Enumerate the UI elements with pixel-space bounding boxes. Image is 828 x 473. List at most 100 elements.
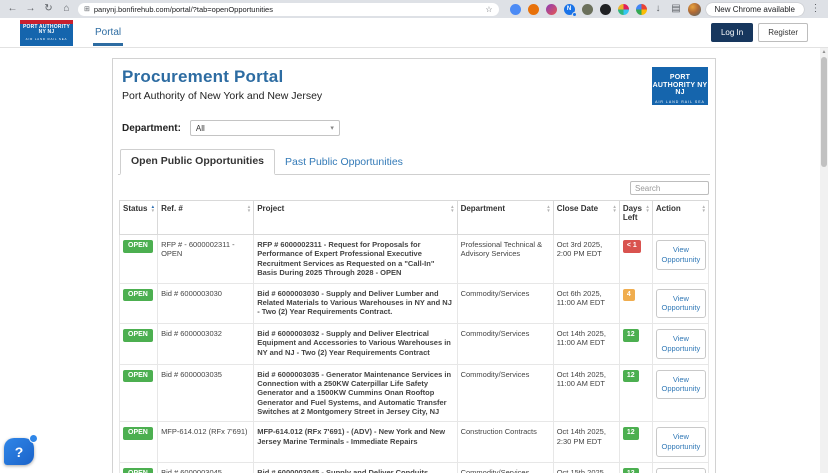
action-cell: View Opportunity	[652, 364, 708, 422]
reload-icon[interactable]: ↻	[42, 0, 55, 18]
status-badge: OPEN	[123, 240, 153, 253]
extension-icon-2[interactable]	[528, 4, 539, 15]
extension-icon-1[interactable]	[510, 4, 521, 15]
column-header-ref[interactable]: Ref. #▲▼	[158, 201, 254, 235]
status-cell: OPEN	[120, 364, 158, 422]
opportunity-tabs: Open Public OpportunitiesPast Public Opp…	[118, 149, 710, 175]
sort-icon[interactable]: ▲▼	[151, 205, 155, 214]
status-badge: OPEN	[123, 468, 153, 473]
extension-icon-7[interactable]	[618, 4, 629, 15]
status-cell: OPEN	[120, 235, 158, 284]
view-opportunity-button[interactable]: View Opportunity	[656, 427, 706, 457]
logo-text: PORT AUTHORITY NY NJ	[20, 25, 73, 37]
chevron-down-icon: ▾	[330, 124, 334, 132]
department-cell: Construction Contracts	[457, 422, 553, 463]
ref-cell: Bid # 6000003045	[158, 462, 254, 473]
card-header: Procurement Portal Port Authority of New…	[118, 65, 710, 105]
table-row: OPENBid # 6000003035Bid # 6000003035 - G…	[120, 364, 709, 422]
view-opportunity-button[interactable]: View Opportunity	[656, 289, 706, 319]
action-cell: View Opportunity	[652, 462, 708, 473]
close-date-cell: Oct 6th 2025, 11:00 AM EDT	[553, 283, 619, 324]
profile-avatar[interactable]	[688, 3, 701, 16]
ref-cell: MFP-614.012 (RFx 7'691)	[158, 422, 254, 463]
extension-icon-5[interactable]	[582, 4, 593, 15]
action-cell: View Opportunity	[652, 283, 708, 324]
ref-cell: Bid # 6000003030	[158, 283, 254, 324]
status-badge: OPEN	[123, 427, 153, 440]
search-input[interactable]	[630, 181, 709, 195]
url-text: panynj.bonfirehub.com/portal/?tab=openOp…	[94, 5, 481, 14]
days-left-badge: 13	[623, 468, 639, 473]
nav-portal-tab[interactable]: Portal	[93, 20, 123, 46]
table-row: OPENRFP # - 6000002311 - OPENRFP # 60000…	[120, 235, 709, 284]
header-row: Status▲▼Ref. #▲▼Project▲▼Department▲▼Clo…	[120, 201, 709, 235]
department-dropdown[interactable]: All ▾	[190, 120, 340, 136]
sort-icon[interactable]: ▲▼	[645, 205, 649, 214]
tab-past-public-opportunities[interactable]: Past Public Opportunities	[275, 151, 413, 174]
sort-icon[interactable]: ▲▼	[247, 205, 251, 214]
department-filter-row: Department: All ▾	[122, 120, 710, 136]
register-button[interactable]: Register	[758, 23, 808, 42]
port-authority-logo-large: PORT AUTHORITY NY NJ AIR LAND RAIL SEA	[652, 67, 708, 105]
department-cell: Commodity/Services	[457, 364, 553, 422]
log-in-button[interactable]: Log In	[711, 23, 753, 42]
scroll-up-arrow[interactable]: ▲	[820, 49, 828, 55]
action-cell: View Opportunity	[652, 324, 708, 365]
scrollbar-thumb[interactable]	[821, 57, 827, 167]
extension-icon-8[interactable]	[636, 4, 647, 15]
view-opportunity-button[interactable]: View Opportunity	[656, 370, 706, 400]
downloads-icon[interactable]: ↓	[652, 0, 665, 18]
days-left-badge: 12	[623, 329, 639, 342]
table-body: OPENRFP # - 6000002311 - OPENRFP # 60000…	[120, 235, 709, 473]
close-date-cell: Oct 14th 2025, 11:00 AM EDT	[553, 364, 619, 422]
tab-open-public-opportunities[interactable]: Open Public Opportunities	[120, 149, 275, 175]
home-icon[interactable]: ⌂	[60, 0, 73, 18]
extension-icon-6[interactable]	[600, 4, 611, 15]
help-question-mark: ?	[15, 444, 24, 460]
days-left-cell: 12	[619, 364, 652, 422]
sort-icon[interactable]: ▲▼	[546, 205, 550, 214]
project-cell: Bid # 6000003045 - Supply and Deliver Co…	[254, 462, 457, 473]
close-date-cell: Oct 14th 2025, 2:30 PM EDT	[553, 422, 619, 463]
help-chat-widget[interactable]: ?	[4, 438, 34, 465]
view-opportunity-button[interactable]: View Opportunity	[656, 329, 706, 359]
view-opportunity-button[interactable]: View Opportunity	[656, 240, 706, 270]
sort-icon[interactable]: ▲▼	[612, 205, 616, 214]
logo-tagline: AIR LAND RAIL SEA	[652, 100, 708, 104]
department-cell: Professional Technical & Advisory Servic…	[457, 235, 553, 284]
site-info-icon[interactable]: ⊞	[84, 5, 90, 13]
extension-icon-4[interactable]: N	[564, 4, 575, 15]
column-header-department[interactable]: Department▲▼	[457, 201, 553, 235]
procurement-portal-card: Procurement Portal Port Authority of New…	[112, 58, 716, 473]
project-cell: MFP-614.012 (RFx 7'691) - (ADV) - New Yo…	[254, 422, 457, 463]
days-left-cell: 12	[619, 324, 652, 365]
bookmark-star-icon[interactable]: ☆	[485, 5, 492, 14]
chrome-update-button[interactable]: New Chrome available	[706, 3, 804, 16]
page-subtitle: Port Authority of New York and New Jerse…	[122, 90, 322, 102]
ref-cell: Bid # 6000003032	[158, 324, 254, 365]
screen: ← → ↻ ⌂ ⊞ panynj.bonfirehub.com/portal/?…	[0, 0, 828, 473]
side-panel-icon[interactable]: ▤	[670, 0, 683, 18]
days-left-badge: 12	[623, 370, 639, 383]
close-date-cell: Oct 15th 2025, 11:00 AM EDT	[553, 462, 619, 473]
back-icon[interactable]: ←	[6, 0, 19, 18]
forward-icon[interactable]: →	[24, 0, 37, 18]
column-header-project[interactable]: Project▲▼	[254, 201, 457, 235]
site-header: PORT AUTHORITY NY NJ AIR LAND RAIL SEA P…	[0, 18, 828, 48]
port-authority-logo[interactable]: PORT AUTHORITY NY NJ AIR LAND RAIL SEA	[20, 20, 73, 46]
extension-icon-3[interactable]	[546, 4, 557, 15]
column-header-days-left[interactable]: Days Left▲▼	[619, 201, 652, 235]
column-header-status[interactable]: Status▲▼	[120, 201, 158, 235]
column-header-close-date[interactable]: Close Date▲▼	[553, 201, 619, 235]
action-cell: View Opportunity	[652, 422, 708, 463]
browser-menu-icon[interactable]: ⋮	[809, 0, 822, 18]
view-opportunity-button[interactable]: View Opportunity	[656, 468, 706, 473]
address-bar[interactable]: ⊞ panynj.bonfirehub.com/portal/?tab=open…	[78, 3, 499, 16]
status-badge: OPEN	[123, 289, 153, 302]
sort-icon[interactable]: ▲▼	[450, 205, 454, 214]
status-badge: OPEN	[123, 370, 153, 383]
page-scrollbar[interactable]: ▲	[820, 48, 828, 473]
table-row: OPENBid # 6000003030Bid # 6000003030 - S…	[120, 283, 709, 324]
sort-icon[interactable]: ▲▼	[702, 205, 706, 214]
column-header-action[interactable]: Action▲▼	[652, 201, 708, 235]
